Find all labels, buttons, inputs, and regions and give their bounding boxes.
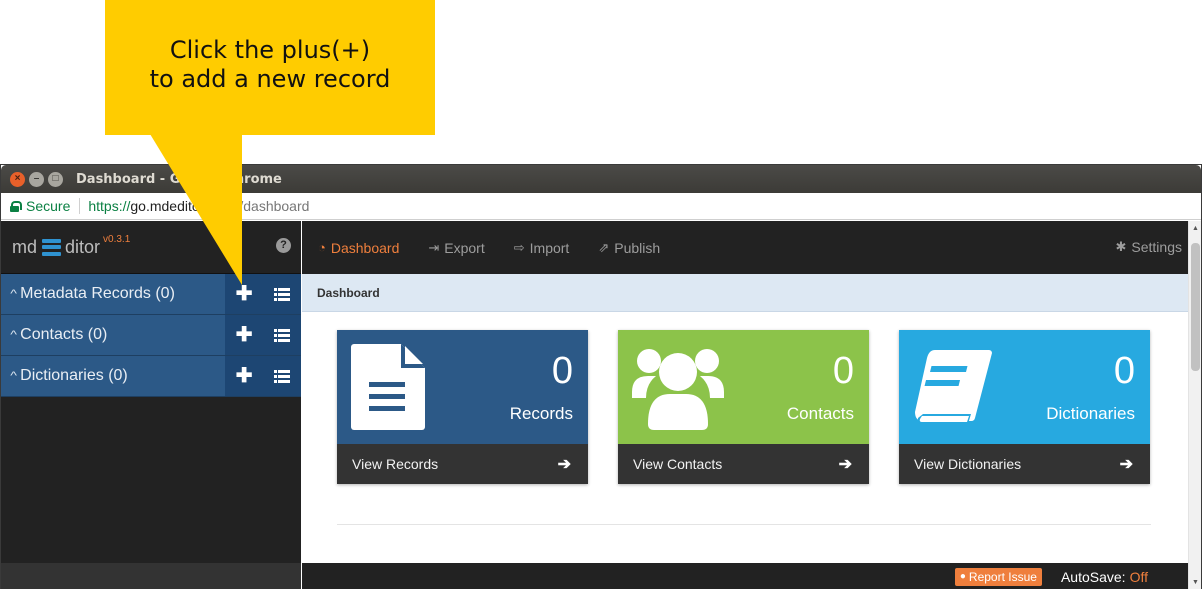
dictionaries-count: 0: [1113, 350, 1135, 392]
screenshot-root: × – □ Dashboard - Google Chrome Secure h…: [0, 0, 1202, 589]
brand-prefix: md: [12, 236, 38, 257]
nav-label: Settings: [1131, 239, 1182, 255]
url-scheme: https://: [88, 198, 131, 214]
sidebar-footer: [1, 563, 301, 589]
url-path: /#/dashboard: [227, 198, 310, 214]
contacts-label: Contacts: [786, 404, 854, 423]
records-card: 0 Records View Records ➔: [337, 330, 588, 484]
lock-icon: [10, 200, 22, 212]
footer-bar: ● Report Issue AutoSave: Off: [302, 563, 1188, 589]
contacts-card: 0 Contacts View Contacts ➔: [618, 330, 869, 484]
nav-export[interactable]: ⇥ Export: [428, 240, 484, 256]
dashboard-icon: ◔: [318, 240, 326, 255]
content-divider: [337, 524, 1151, 525]
publish-icon: ⇗: [598, 239, 610, 255]
scroll-thumb[interactable]: [1191, 243, 1200, 371]
view-contacts-link[interactable]: View Contacts ➔: [618, 444, 869, 484]
brand-logo-icon: [42, 238, 62, 256]
nav-dashboard[interactable]: ◔ Dashboard: [318, 240, 399, 256]
sidebar-item-dictionaries[interactable]: ^ Dictionaries (0) ✚: [1, 356, 301, 397]
nav-settings[interactable]: ✱ Settings: [1116, 239, 1183, 255]
secure-label: Secure: [26, 198, 71, 214]
list-icon[interactable]: [274, 328, 291, 342]
contacts-count: 0: [832, 350, 854, 392]
chevron-up-icon[interactable]: ^: [10, 370, 17, 382]
add-contact-button[interactable]: ✚: [236, 325, 253, 345]
title-bar: × – □ Dashboard - Google Chrome: [1, 165, 1201, 193]
view-dictionaries-link[interactable]: View Dictionaries ➔: [899, 444, 1150, 484]
arrow-right-icon: ➔: [838, 456, 852, 473]
browser-window: × – □ Dashboard - Google Chrome Secure h…: [0, 164, 1202, 589]
users-icon: [632, 349, 724, 430]
list-icon[interactable]: [274, 287, 291, 301]
nav-publish[interactable]: ⇗ Publish: [598, 240, 660, 256]
breadcrumb-item: Dashboard: [317, 285, 380, 300]
add-record-button[interactable]: ✚: [236, 284, 253, 304]
autosave-label: AutoSave:: [1060, 568, 1126, 585]
window-title: Dashboard - Google Chrome: [76, 171, 282, 187]
brand-version: v0.3.1: [103, 233, 131, 245]
window-minimize-button[interactable]: –: [29, 171, 44, 187]
add-dictionary-button[interactable]: ✚: [236, 366, 253, 386]
sidebar-item-label: Metadata Records (0): [20, 285, 175, 302]
brand: md ditor v0.3.1 ?: [1, 221, 301, 274]
list-icon[interactable]: [274, 369, 291, 383]
chevron-up-icon[interactable]: ^: [10, 329, 17, 341]
contacts-card-panel: 0 Contacts: [618, 330, 869, 444]
autosave-value: Off: [1129, 568, 1148, 585]
import-icon: ⇨: [513, 239, 525, 255]
report-issue-button[interactable]: ● Report Issue: [954, 567, 1042, 586]
brand-suffix: ditor: [65, 236, 101, 257]
records-label: Records: [509, 404, 573, 423]
scrollbar[interactable]: ▲ ▼: [1188, 221, 1201, 589]
breadcrumb: Dashboard: [302, 274, 1188, 312]
nav-label: Publish: [614, 239, 661, 256]
arrow-right-icon: ➔: [1119, 456, 1133, 473]
address-bar[interactable]: Secure https:// go.mdeditor.org /#/dashb…: [1, 193, 1201, 220]
dictionaries-card-panel: 0 Dictionaries: [899, 330, 1150, 444]
top-nav: ◔ Dashboard ⇥ Export ⇨ Import ⇗ Publish: [302, 221, 1188, 274]
view-records-link[interactable]: View Records ➔: [337, 444, 588, 484]
sidebar-item-contacts[interactable]: ^ Contacts (0) ✚: [1, 315, 301, 356]
document-icon: [351, 344, 425, 430]
dictionaries-card: 0 Dictionaries View Dictionaries ➔: [899, 330, 1150, 484]
sidebar-item-label: Contacts (0): [20, 326, 108, 343]
window-maximize-button[interactable]: □: [48, 171, 63, 187]
sidebar: md ditor v0.3.1 ? ^ Metadata Records (0)…: [1, 221, 301, 589]
sidebar-actions: ✚: [225, 315, 301, 355]
card-link-label: View Records: [352, 456, 439, 472]
nav-label: Import: [529, 239, 570, 256]
window-close-button[interactable]: ×: [10, 171, 25, 187]
app-area: md ditor v0.3.1 ? ^ Metadata Records (0)…: [1, 221, 1201, 589]
help-icon[interactable]: ?: [276, 238, 291, 253]
autosave-status[interactable]: AutoSave: Off: [1061, 569, 1148, 585]
callout-text: Click the plus(+) to add a new record: [149, 36, 391, 93]
dictionaries-label: Dictionaries: [1046, 404, 1135, 423]
dashboard-cards: 0 Records View Records ➔ 0 Contacts View…: [337, 330, 1151, 485]
url-host: go.mdeditor.org: [130, 198, 228, 214]
card-link-label: View Contacts: [633, 456, 723, 472]
sidebar-actions: ✚: [225, 274, 301, 314]
scroll-down-icon[interactable]: ▼: [1192, 579, 1199, 586]
scroll-up-icon[interactable]: ▲: [1192, 225, 1199, 232]
records-card-panel: 0 Records: [337, 330, 588, 444]
address-divider: [79, 198, 81, 214]
gear-icon: ✱: [1115, 239, 1127, 254]
export-icon: ⇥: [428, 239, 440, 255]
github-icon: ●: [959, 571, 966, 582]
records-count: 0: [551, 350, 573, 392]
sidebar-actions: ✚: [225, 356, 301, 396]
chevron-up-icon[interactable]: ^: [10, 288, 17, 300]
arrow-right-icon: ➔: [557, 456, 571, 473]
nav-label: Dashboard: [330, 239, 400, 256]
sidebar-item-label: Dictionaries (0): [20, 367, 128, 384]
report-issue-label: Report Issue: [968, 569, 1037, 584]
main-content: ◔ Dashboard ⇥ Export ⇨ Import ⇗ Publish: [302, 221, 1188, 589]
sidebar-item-metadata-records[interactable]: ^ Metadata Records (0) ✚: [1, 274, 301, 315]
nav-label: Export: [444, 239, 485, 256]
book-icon: [915, 350, 992, 424]
nav-import[interactable]: ⇨ Import: [514, 240, 570, 256]
card-link-label: View Dictionaries: [914, 456, 1022, 472]
